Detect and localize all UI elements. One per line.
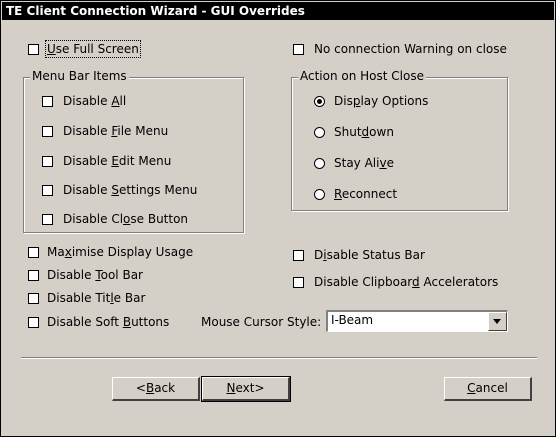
separator bbox=[21, 357, 537, 359]
disable-title-bar-label[interactable]: Disable Title Bar bbox=[47, 291, 145, 305]
disable-settings-menu-checkbox[interactable] bbox=[42, 185, 53, 196]
disable-soft-buttons-label[interactable]: Disable Soft Buttons bbox=[47, 315, 169, 329]
disable-file-menu-label[interactable]: Disable File Menu bbox=[63, 124, 168, 138]
back-button[interactable]: <Back bbox=[112, 377, 200, 401]
menu-bar-items-legend: Menu Bar Items bbox=[30, 69, 129, 83]
disable-settings-menu-label[interactable]: Disable Settings Menu bbox=[63, 183, 197, 197]
chevron-down-icon[interactable] bbox=[488, 312, 507, 331]
disable-close-button-label[interactable]: Disable Close Button bbox=[63, 212, 188, 226]
disable-all-label[interactable]: Disable All bbox=[63, 94, 126, 108]
host-close-legend: Action on Host Close bbox=[298, 69, 426, 83]
display-options-radio[interactable] bbox=[314, 96, 325, 107]
cancel-button[interactable]: Cancel bbox=[444, 377, 532, 401]
disable-clipboard-accelerators-label[interactable]: Disable Clipboard Accelerators bbox=[314, 275, 498, 289]
reconnect-radio[interactable] bbox=[314, 189, 325, 200]
title-bar: TE Client Connection Wizard - GUI Overri… bbox=[2, 2, 554, 20]
stay-alive-label[interactable]: Stay Alive bbox=[334, 156, 394, 170]
disable-tool-bar-label[interactable]: Disable Tool Bar bbox=[47, 268, 143, 282]
disable-edit-menu-label[interactable]: Disable Edit Menu bbox=[63, 154, 171, 168]
mouse-cursor-style-label: Mouse Cursor Style: bbox=[201, 315, 322, 329]
mouse-cursor-style-value: I-Beam bbox=[331, 313, 374, 327]
disable-status-bar-label[interactable]: Disable Status Bar bbox=[314, 248, 425, 262]
disable-soft-buttons-checkbox[interactable] bbox=[28, 317, 39, 328]
reconnect-label[interactable]: Reconnect bbox=[334, 187, 397, 201]
shutdown-label[interactable]: Shutdown bbox=[334, 125, 394, 139]
maximise-display-usage-label[interactable]: Maximise Display Usage bbox=[47, 245, 193, 259]
window-title: TE Client Connection Wizard - GUI Overri… bbox=[6, 4, 305, 18]
stay-alive-radio[interactable] bbox=[314, 158, 325, 169]
disable-clipboard-accelerators-checkbox[interactable] bbox=[293, 277, 304, 288]
disable-tool-bar-checkbox[interactable] bbox=[28, 270, 39, 281]
maximise-display-usage-checkbox[interactable] bbox=[28, 247, 39, 258]
use-full-screen-checkbox[interactable] bbox=[28, 44, 39, 55]
disable-title-bar-checkbox[interactable] bbox=[28, 293, 39, 304]
disable-edit-menu-checkbox[interactable] bbox=[42, 156, 53, 167]
wizard-window: TE Client Connection Wizard - GUI Overri… bbox=[0, 0, 556, 437]
no-connection-warning-checkbox[interactable] bbox=[293, 44, 304, 55]
mouse-cursor-style-select[interactable]: I-Beam bbox=[326, 310, 508, 332]
next-button[interactable]: Next> bbox=[201, 376, 291, 402]
disable-file-menu-checkbox[interactable] bbox=[42, 126, 53, 137]
disable-close-button-checkbox[interactable] bbox=[42, 214, 53, 225]
disable-all-checkbox[interactable] bbox=[42, 96, 53, 107]
use-full-screen-label[interactable]: Use Full Screen bbox=[45, 40, 141, 58]
shutdown-radio[interactable] bbox=[314, 127, 325, 138]
disable-status-bar-checkbox[interactable] bbox=[293, 250, 304, 261]
display-options-label[interactable]: Display Options bbox=[334, 94, 428, 108]
no-connection-warning-label[interactable]: No connection Warning on close bbox=[314, 42, 507, 56]
